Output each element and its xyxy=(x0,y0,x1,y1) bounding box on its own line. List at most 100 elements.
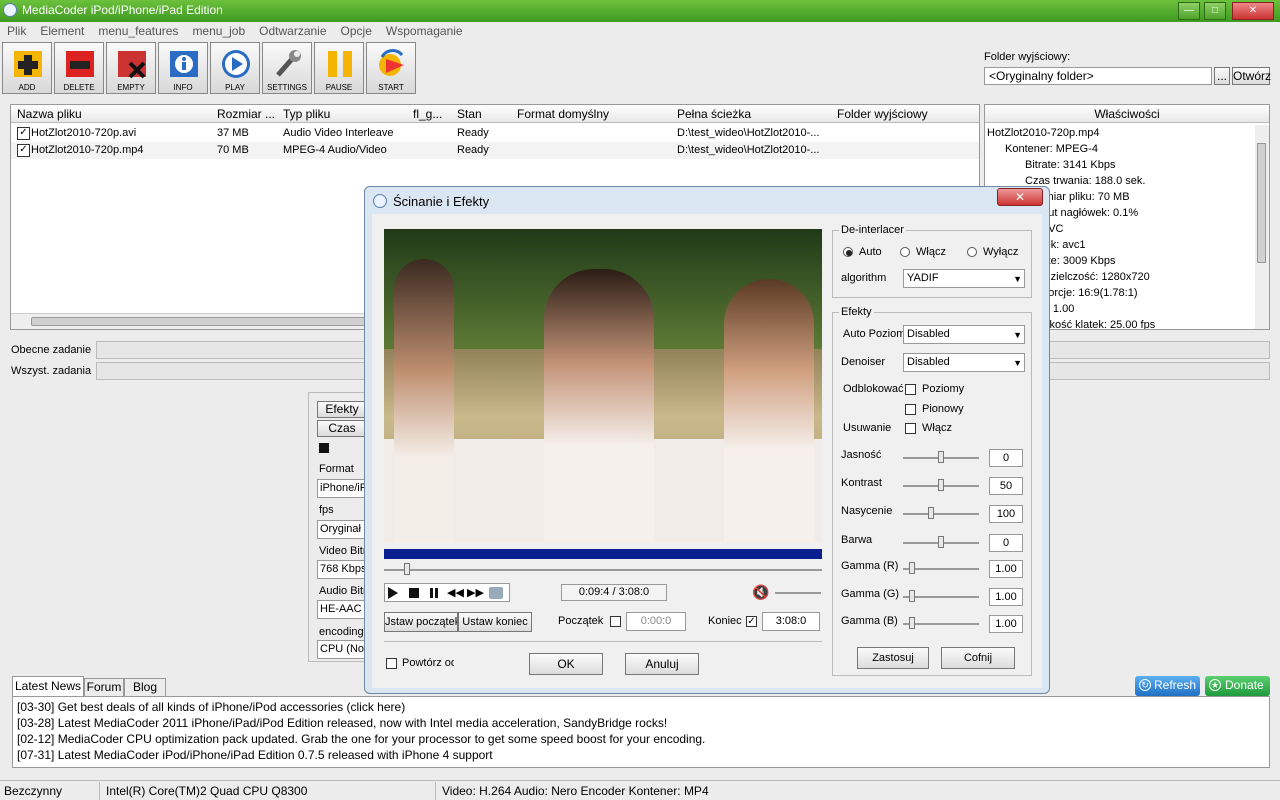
add-button[interactable]: ADD xyxy=(2,42,52,94)
col-name[interactable]: Nazwa pliku xyxy=(17,107,82,121)
format-select[interactable]: iPhone/iPod xyxy=(317,479,369,498)
play-icon[interactable] xyxy=(388,587,398,599)
ok-button[interactable]: OK xyxy=(529,653,603,675)
scroll-thumb[interactable] xyxy=(31,317,371,326)
tab-effects[interactable]: Efekty xyxy=(317,401,367,418)
menu-job[interactable]: menu_job xyxy=(185,22,252,40)
news-item[interactable]: [02-12] MediaCoder CPU optimization pack… xyxy=(17,731,1265,747)
hue-value[interactable]: 0 xyxy=(989,534,1023,552)
radio-auto[interactable] xyxy=(843,247,853,257)
gamma-r-value[interactable]: 1.00 xyxy=(989,560,1023,578)
pause-button[interactable]: PAUSE xyxy=(314,42,364,94)
snapshot-icon[interactable] xyxy=(489,587,503,599)
end-time-field[interactable]: 3:08:0 xyxy=(762,612,820,631)
stop-icon[interactable] xyxy=(319,443,329,453)
col-state[interactable]: Stan xyxy=(457,107,482,121)
menu-plik[interactable]: Plik xyxy=(0,22,33,40)
brightness-value[interactable]: 0 xyxy=(989,449,1023,467)
undo-button[interactable]: Cofnij xyxy=(941,647,1015,669)
gamma-b-thumb[interactable] xyxy=(908,617,915,629)
maximize-button[interactable]: □ xyxy=(1204,2,1226,20)
mute-icon[interactable]: 🔇 xyxy=(752,584,769,601)
menu-wspomaganie[interactable]: Wspomaganie xyxy=(379,22,470,40)
close-button[interactable]: ✕ xyxy=(1232,2,1274,20)
radio-on[interactable] xyxy=(900,247,910,257)
empty-button[interactable]: EMPTY xyxy=(106,42,156,94)
video-bitrate-select[interactable]: 768 Kbps xyxy=(317,560,369,579)
rewind-icon[interactable]: ◀◀ xyxy=(447,588,464,599)
delete-button[interactable]: DELETE xyxy=(54,42,104,94)
table-row[interactable]: ✓ HotZlot2010-720p.mp4 70 MB MPEG-4 Audi… xyxy=(11,142,979,159)
table-row[interactable]: ✓ HotZlot2010-720p.avi 37 MB Audio Video… xyxy=(11,125,979,142)
audio-bitrate-select[interactable]: HE-AAC Nero xyxy=(317,600,369,619)
start-button[interactable]: START xyxy=(366,42,416,94)
repeat-checkbox[interactable] xyxy=(386,658,397,669)
row-checkbox[interactable]: ✓ xyxy=(17,127,30,140)
gamma-b-value[interactable]: 1.00 xyxy=(989,615,1023,633)
end-checkbox[interactable]: ✓ xyxy=(746,616,757,627)
saturation-value[interactable]: 100 xyxy=(989,505,1023,523)
refresh-button[interactable]: ↻ Refresh xyxy=(1135,676,1200,696)
menu-opcje[interactable]: Opcje xyxy=(334,22,379,40)
news-item[interactable]: [03-28] Latest MediaCoder 2011 iPhone/iP… xyxy=(17,715,1265,731)
browse-button[interactable]: ... xyxy=(1214,67,1230,85)
brightness-thumb[interactable] xyxy=(938,451,944,463)
vertical-scrollbar[interactable] xyxy=(1255,125,1269,329)
encoding-select[interactable]: CPU (Normal) xyxy=(317,640,369,659)
contrast-thumb[interactable] xyxy=(938,479,944,491)
tab-forum[interactable]: Forum xyxy=(84,678,124,696)
start-checkbox[interactable] xyxy=(610,616,621,627)
row-checkbox[interactable]: ✓ xyxy=(17,144,30,157)
set-start-button[interactable]: Jstaw początek xyxy=(384,612,458,632)
forward-icon[interactable]: ▶▶ xyxy=(467,588,484,599)
news-item[interactable]: [07-31] Latest MediaCoder iPod/iPhone/iP… xyxy=(17,747,1265,763)
fps-select[interactable]: Oryginał xyxy=(317,520,369,539)
dialog-close-button[interactable]: ✕ xyxy=(997,188,1043,206)
pause-icon[interactable] xyxy=(430,588,433,598)
gamma-g-value[interactable]: 1.00 xyxy=(989,588,1023,606)
hue-thumb[interactable] xyxy=(938,536,944,548)
news-item[interactable]: [03-30] Get best deals of all kinds of i… xyxy=(17,699,1265,715)
volume-slider[interactable] xyxy=(775,592,821,594)
contrast-value[interactable]: 50 xyxy=(989,477,1023,495)
cancel-button[interactable]: Anuluj xyxy=(625,653,699,675)
menu-odtwarzanie[interactable]: Odtwarzanie xyxy=(252,22,333,40)
gamma-g-thumb[interactable] xyxy=(908,590,915,602)
col-format[interactable]: Format domyślny xyxy=(517,107,609,121)
col-path[interactable]: Pełna ścieżka xyxy=(677,107,751,121)
auto-level-select[interactable]: Disabled ▼ xyxy=(903,325,1025,344)
gamma-r-thumb[interactable] xyxy=(908,562,915,574)
radio-off[interactable] xyxy=(967,247,977,257)
horizontal-checkbox[interactable] xyxy=(905,384,916,395)
saturation-thumb[interactable] xyxy=(927,507,934,519)
menu-element[interactable]: Element xyxy=(33,22,91,40)
menu-features[interactable]: menu_features xyxy=(91,22,185,40)
donate-button[interactable]: ★ Donate xyxy=(1205,676,1270,696)
apply-button[interactable]: Zastosuj xyxy=(857,647,929,669)
remove-checkbox[interactable] xyxy=(905,423,916,434)
start-time-field[interactable]: 0:00:0 xyxy=(626,612,686,631)
open-folder-button[interactable]: Otwórz xyxy=(1232,67,1271,85)
output-folder-field[interactable]: <Oryginalny folder> xyxy=(984,67,1212,85)
play-button[interactable]: PLAY xyxy=(210,42,260,94)
col-output[interactable]: Folder wyjściowy xyxy=(837,107,928,121)
algorithm-select[interactable]: YADIF ▼ xyxy=(903,269,1025,288)
denoiser-select[interactable]: Disabled ▼ xyxy=(903,353,1025,372)
set-end-button[interactable]: Ustaw koniec xyxy=(458,612,532,632)
tab-time[interactable]: Czas xyxy=(317,420,367,437)
tab-latest-news[interactable]: Latest News xyxy=(12,676,84,696)
tab-blog[interactable]: Blog xyxy=(124,678,166,696)
col-flag[interactable]: fl_g... xyxy=(413,107,442,121)
settings-button[interactable]: SETTINGS xyxy=(262,42,312,94)
vertical-checkbox[interactable] xyxy=(905,404,916,415)
col-type[interactable]: Typ pliku xyxy=(283,107,330,121)
seek-slider[interactable] xyxy=(384,569,822,571)
minimize-button[interactable]: — xyxy=(1178,2,1200,20)
seek-thumb[interactable] xyxy=(404,563,410,575)
stop-icon[interactable] xyxy=(409,588,419,598)
timeline-bar[interactable] xyxy=(384,549,822,559)
scroll-thumb[interactable] xyxy=(1257,143,1266,263)
col-size[interactable]: Rozmiar ... xyxy=(217,107,275,121)
info-button[interactable]: INFO xyxy=(158,42,208,94)
saturation-slider[interactable] xyxy=(903,513,979,515)
